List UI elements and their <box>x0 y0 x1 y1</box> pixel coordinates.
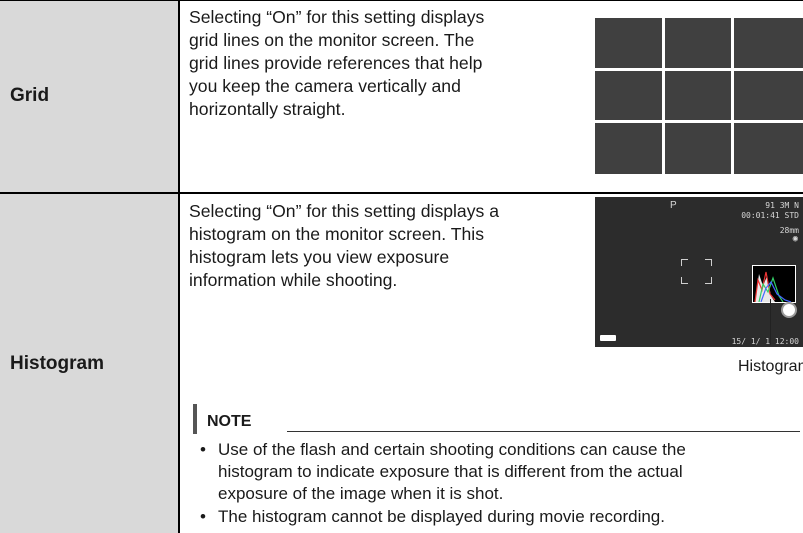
focus-frame-corner <box>681 277 688 284</box>
grid-description: Selecting “On” for this setting displays… <box>189 6 484 121</box>
note-bullet: • <box>200 507 206 526</box>
histogram-label: Histogram <box>10 353 104 374</box>
note-item-text: The histogram cannot be displayed during… <box>218 506 803 528</box>
remaining-shots-indicator: 91 3M N <box>765 201 799 210</box>
note-line: Use of the flash and certain shooting co… <box>218 440 686 459</box>
grid-horizontal-line <box>595 120 803 123</box>
remaining-time-indicator: 00:01:41 STD <box>741 211 799 220</box>
histogram-description-line: information while shooting. <box>189 270 398 290</box>
grid-description-line: horizontally straight. <box>189 99 346 119</box>
grid-label-cell: Grid <box>0 1 180 192</box>
grid-vertical-line <box>662 18 665 174</box>
grid-description-line: grid lines provide references that help <box>189 53 483 73</box>
grid-lines-illustration <box>595 18 803 174</box>
focus-frame-corner <box>705 277 712 284</box>
stabilizer-icon: ◉ <box>792 234 798 244</box>
grid-description-line: grid lines on the monitor screen. The <box>189 30 475 50</box>
note-line: exposure of the image when it is shot. <box>218 484 504 503</box>
grid-horizontal-line <box>595 68 803 71</box>
date-time-indicator: 15/ 1/ 1 12:00 <box>731 337 799 346</box>
monitor-screen-illustration: P 91 3M N 00:01:41 STD 28mm ◉ 15/ 1/ 1 1… <box>595 197 803 347</box>
grid-description-line: Selecting “On” for this setting displays <box>189 7 485 27</box>
histogram-description-line: Selecting “On” for this setting displays… <box>189 201 499 221</box>
battery-icon <box>600 335 616 341</box>
histogram-description-line: histogram lets you view exposure <box>189 247 450 267</box>
note-line: The histogram cannot be displayed during… <box>218 507 665 526</box>
shutter-button-icon <box>781 302 797 318</box>
note-marker-bar <box>193 404 197 434</box>
histogram-description: Selecting “On” for this setting displays… <box>189 200 499 292</box>
histogram-callout-label: Histogram <box>738 358 803 375</box>
histogram-description-line: histogram on the monitor screen. This <box>189 224 484 244</box>
grid-vertical-line <box>731 18 734 174</box>
shooting-mode-indicator: P <box>670 200 677 211</box>
settings-table: Grid Selecting “On” for this setting dis… <box>0 0 803 533</box>
focus-frame-corner <box>681 259 688 266</box>
focus-frame-corner <box>705 259 712 266</box>
histogram-callout-line <box>770 299 771 345</box>
grid-label: Grid <box>10 85 50 106</box>
note-title: NOTE <box>207 413 252 430</box>
note-item: • Use of the flash and certain shooting … <box>200 439 800 505</box>
grid-description-line: you keep the camera vertically and <box>189 76 461 96</box>
histogram-label-cell: Histogram <box>0 194 180 533</box>
note-item-text: Use of the flash and certain shooting co… <box>218 439 803 505</box>
histogram-curves <box>754 271 792 303</box>
note-bullet: • <box>200 440 206 459</box>
note-item: • The histogram cannot be displayed duri… <box>200 506 800 528</box>
note-rule <box>287 431 800 432</box>
histogram-graph <box>752 265 796 303</box>
note-line: histogram to indicate exposure that is d… <box>218 462 683 481</box>
